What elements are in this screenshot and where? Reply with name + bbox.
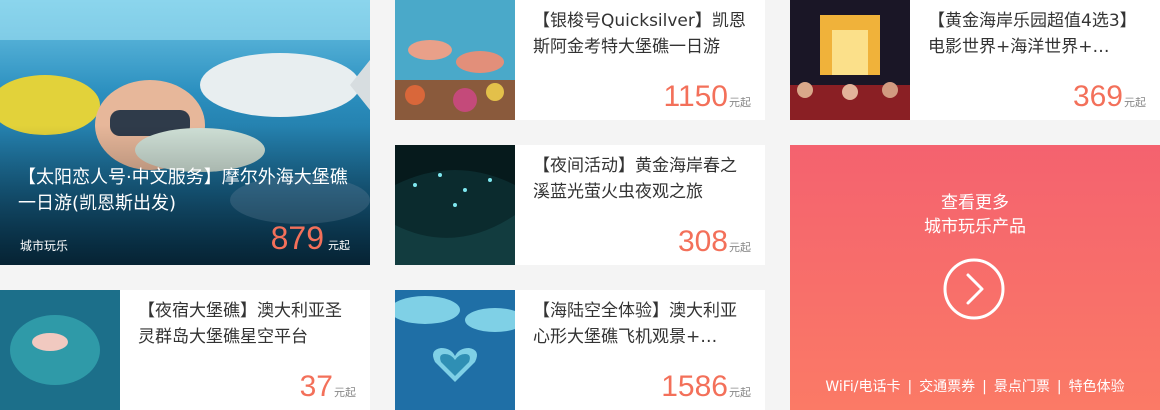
product-price: 369元起 [1073, 80, 1146, 114]
product-thumbnail [395, 145, 515, 265]
price-suffix: 元起 [729, 386, 751, 399]
feature-card[interactable]: 【太阳恋人号·中文服务】摩尔外海大堡礁一日游(凯恩斯出发) 城市玩乐 879 元起 [0, 0, 370, 265]
price-value: 879 [270, 220, 324, 256]
product-card[interactable]: 【夜宿大堡礁】澳大利亚圣灵群岛大堡礁星空平台 37元起 [0, 290, 370, 410]
price-value: 1586 [661, 370, 728, 403]
category-links: WiFi/电话卡 | 交通票券 | 景点门票 | 特色体验 [790, 376, 1160, 396]
product-card[interactable]: 【黄金海岸乐园超值4选3】电影世界+海洋世界+… 369元起 [790, 0, 1160, 120]
price-suffix: 元起 [328, 239, 350, 252]
arrow-right-icon[interactable] [942, 257, 1006, 321]
product-title[interactable]: 【夜宿大堡礁】澳大利亚圣灵群岛大堡礁星空平台 [138, 298, 356, 350]
price-suffix: 元起 [729, 96, 751, 109]
price-suffix: 元起 [729, 241, 751, 254]
link-special-experiences[interactable]: 特色体验 [1069, 379, 1125, 395]
price-value: 37 [299, 370, 333, 403]
separator: | [907, 379, 913, 395]
product-thumbnail [395, 0, 515, 120]
separator: | [982, 379, 987, 395]
promo-title[interactable]: 查看更多 城市玩乐产品 [790, 191, 1160, 239]
product-card[interactable]: 【海陆空全体验】澳大利亚心形大堡礁飞机观景+… 1586元起 [395, 290, 765, 410]
product-price: 308元起 [678, 225, 751, 259]
promo-line-2: 城市玩乐产品 [924, 217, 1026, 237]
price-value: 369 [1072, 80, 1123, 113]
feature-price: 879 元起 [271, 220, 350, 257]
product-thumbnail [790, 0, 910, 120]
feature-title[interactable]: 【太阳恋人号·中文服务】摩尔外海大堡礁一日游(凯恩斯出发) [18, 165, 354, 217]
product-title[interactable]: 【夜间活动】黄金海岸春之溪蓝光萤火虫夜观之旅 [533, 153, 751, 205]
product-title[interactable]: 【海陆空全体验】澳大利亚心形大堡礁飞机观景+… [533, 298, 751, 350]
link-wifi[interactable]: WiFi/电话卡 [825, 379, 900, 395]
product-card[interactable]: 【银梭号Quicksilver】凯恩斯阿金考特大堡礁一日游 1150元起 [395, 0, 765, 120]
separator: | [1056, 379, 1062, 395]
product-price: 1586元起 [661, 370, 751, 404]
more-products-card[interactable]: 查看更多 城市玩乐产品 WiFi/电话卡 | 交通票券 | 景点门票 | 特色体验 [790, 145, 1160, 410]
product-price: 37元起 [300, 370, 356, 404]
product-title[interactable]: 【黄金海岸乐园超值4选3】电影世界+海洋世界+… [928, 8, 1146, 60]
price-value: 308 [677, 225, 728, 258]
price-value: 1150 [663, 80, 728, 113]
product-thumbnail [0, 290, 120, 410]
price-suffix: 元起 [1124, 96, 1146, 109]
product-card[interactable]: 【夜间活动】黄金海岸春之溪蓝光萤火虫夜观之旅 308元起 [395, 145, 765, 265]
link-attraction-tickets[interactable]: 景点门票 [994, 379, 1050, 395]
price-suffix: 元起 [334, 386, 356, 399]
product-title[interactable]: 【银梭号Quicksilver】凯恩斯阿金考特大堡礁一日游 [533, 8, 751, 60]
product-price: 1150元起 [663, 80, 751, 114]
category-tag: 城市玩乐 [20, 239, 69, 253]
link-transport-tickets[interactable]: 交通票券 [919, 379, 975, 395]
promo-line-1: 查看更多 [941, 193, 1009, 213]
product-thumbnail [395, 290, 515, 410]
